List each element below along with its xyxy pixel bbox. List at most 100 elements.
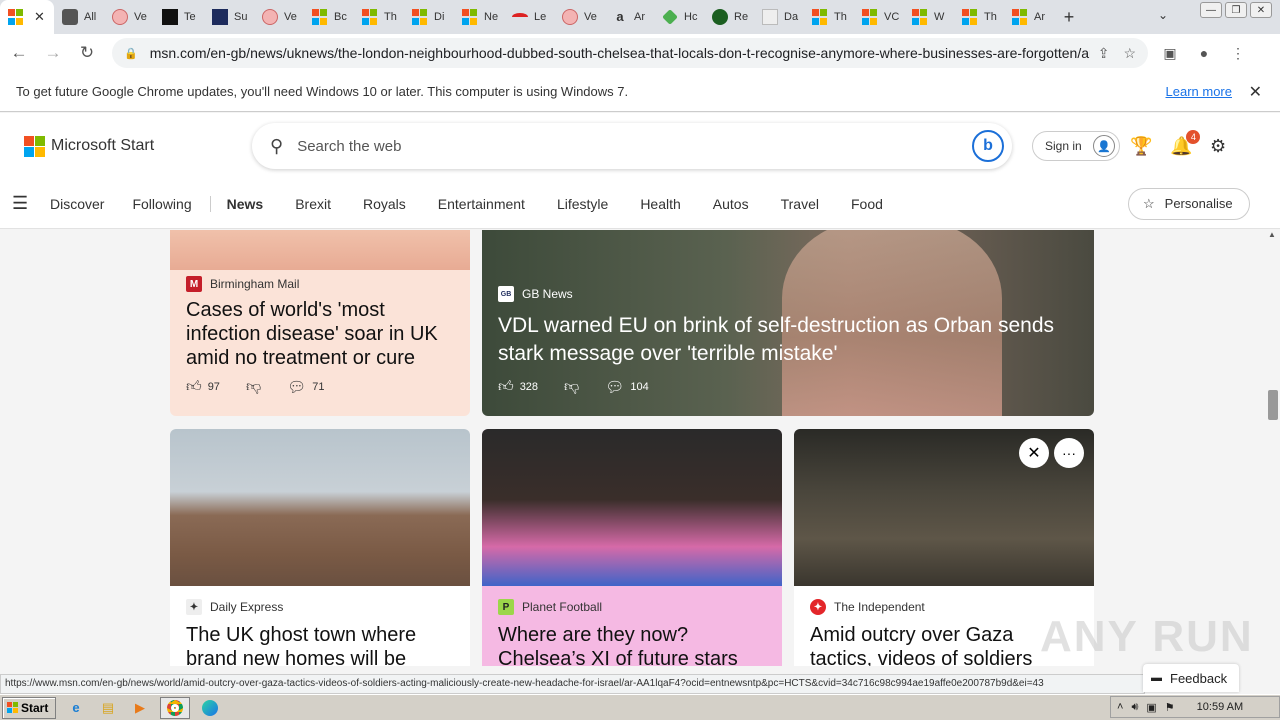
nav-entertainment[interactable]: Entertainment (438, 196, 525, 212)
media-player-icon[interactable]: ▶ (128, 697, 152, 719)
tab[interactable]: VC (854, 0, 904, 34)
thumbs-up-icon[interactable]: 👍︎ (186, 378, 202, 396)
tab[interactable]: W (904, 0, 954, 34)
back-icon[interactable]: ← (4, 38, 34, 68)
scroll-thumb[interactable] (1268, 390, 1278, 420)
nav-health[interactable]: Health (640, 196, 680, 212)
nav-discover[interactable]: Discover (50, 196, 104, 212)
menu-icon[interactable]: ⋮ (1226, 45, 1250, 62)
microsoft-icon (312, 9, 328, 25)
tab[interactable]: Di (404, 0, 454, 34)
tab[interactable]: Ve (104, 0, 154, 34)
edge-icon[interactable] (198, 697, 222, 719)
card-image (170, 429, 470, 586)
network-icon[interactable]: ▣ (1146, 701, 1156, 714)
learn-more-link[interactable]: Learn more (1166, 84, 1232, 99)
thumbs-down-icon[interactable]: 👎︎ (246, 378, 261, 396)
new-tab-button[interactable]: + (1054, 7, 1084, 28)
anyrun-watermark: ANY RUN (1040, 612, 1254, 661)
side-panel-icon[interactable]: ▣ (1158, 45, 1182, 62)
tab[interactable]: Ve (254, 0, 304, 34)
reload-icon[interactable]: ↻ (72, 38, 102, 68)
news-card[interactable]: ✦ Daily Express The UK ghost town where … (170, 429, 470, 666)
share-icon[interactable]: ⇪ (1098, 45, 1110, 62)
nav-food[interactable]: Food (851, 196, 883, 212)
address-bar[interactable]: 🔒 msn.com/en-gb/news/uknews/the-london-n… (112, 38, 1148, 68)
volume-icon[interactable]: 🔊︎ (1131, 701, 1138, 714)
tab[interactable]: Te (154, 0, 204, 34)
forward-icon[interactable]: → (38, 38, 68, 68)
news-card[interactable]: P Planet Football Where are they now? Ch… (482, 429, 782, 666)
news-card[interactable]: M Birmingham Mail Cases of world's 'most… (170, 230, 470, 416)
tab[interactable]: Bc (304, 0, 354, 34)
tab-active[interactable]: ✕ (0, 0, 54, 34)
more-options-icon[interactable]: ··· (1054, 438, 1084, 468)
bookmark-star-icon[interactable]: ☆ (1123, 45, 1136, 62)
nav-news[interactable]: News (227, 196, 264, 212)
tab[interactable]: Re (704, 0, 754, 34)
tab[interactable]: All (54, 0, 104, 34)
bing-icon[interactable]: b (972, 130, 1004, 162)
source-name: Daily Express (210, 600, 284, 614)
tab-search-icon[interactable]: ⌄ (1158, 8, 1168, 22)
nav-travel[interactable]: Travel (781, 196, 819, 212)
amazon-icon: a (616, 9, 624, 24)
notification-bell-icon[interactable]: 🔔 4 (1170, 129, 1201, 157)
search-input[interactable]: ⚲ Search the web b (252, 123, 1012, 169)
tab[interactable]: Ar (1004, 0, 1054, 34)
tab[interactable]: Hc (654, 0, 704, 34)
chrome-icon[interactable] (160, 696, 190, 719)
minimize-icon[interactable]: — (1200, 2, 1222, 18)
thumbs-up-icon[interactable]: 👍︎ (498, 378, 514, 396)
tray-arrow-icon[interactable]: ˄ (1117, 701, 1123, 713)
tab[interactable]: Th (954, 0, 1004, 34)
tab[interactable]: Ne (454, 0, 504, 34)
card-source: ✦ Daily Express (186, 599, 283, 615)
internet-explorer-icon[interactable]: e (64, 697, 88, 719)
scroll-up-icon[interactable]: ▲ (1268, 230, 1276, 239)
tab[interactable]: a Ar (604, 0, 654, 34)
card-source: P Planet Football (498, 599, 602, 615)
system-tray: ˄ 🔊︎ ▣ ⚑ 10:59 AM (1110, 696, 1280, 718)
tab[interactable]: Da (754, 0, 804, 34)
tab[interactable]: Ve (554, 0, 604, 34)
personalise-button[interactable]: ☆ Personalise (1128, 187, 1250, 220)
windows-flag-icon (7, 702, 18, 713)
microsoft-icon (1012, 9, 1028, 25)
file-explorer-icon[interactable]: ▤ (96, 697, 120, 719)
card-stats: 👍︎ 97 👎︎ 💬︎ 71 (186, 378, 324, 396)
nav-lifestyle[interactable]: Lifestyle (557, 196, 608, 212)
hamburger-menu-icon[interactable]: ☰ (12, 193, 36, 214)
nav-autos[interactable]: Autos (713, 196, 749, 212)
card-headline: The UK ghost town where brand new homes … (186, 624, 417, 666)
rewards-trophy-icon[interactable]: 🏆 (1130, 136, 1152, 157)
sign-in-button[interactable]: Sign in 👤 (1032, 131, 1120, 161)
dismiss-card-icon[interactable]: ✕ (1019, 438, 1049, 468)
pen-icon (62, 9, 78, 25)
nav-following[interactable]: Following (132, 196, 191, 212)
clock[interactable]: 10:59 AM (1197, 701, 1243, 713)
msn-header: Microsoft Start ⚲ Search the web b Sign … (0, 113, 1280, 179)
restore-icon[interactable]: ❐ (1225, 2, 1247, 18)
action-center-flag-icon[interactable]: ⚑ (1165, 701, 1175, 714)
comment-icon[interactable]: 💬︎ (605, 378, 624, 396)
news-card-hero[interactable]: GB GB News VDL warned EU on brink of sel… (482, 230, 1094, 416)
nav-brexit[interactable]: Brexit (295, 196, 331, 212)
tab[interactable]: Su (204, 0, 254, 34)
settings-gear-icon[interactable]: ⚙ (1210, 136, 1226, 157)
feedback-button[interactable]: ▬ Feedback (1143, 664, 1239, 692)
tab[interactable]: Le (504, 0, 554, 34)
close-icon[interactable]: ✕ (1249, 82, 1262, 102)
nav-royals[interactable]: Royals (363, 196, 406, 212)
tab-close-icon[interactable]: ✕ (34, 9, 45, 25)
profile-icon[interactable]: ● (1192, 45, 1216, 62)
close-window-icon[interactable]: ✕ (1250, 2, 1272, 18)
brand-logo[interactable]: Microsoft Start (24, 135, 154, 157)
tab[interactable]: Th (804, 0, 854, 34)
thumbs-down-icon[interactable]: 👎︎ (564, 378, 579, 396)
start-button[interactable]: Start (2, 696, 56, 719)
page-scrollbar[interactable]: ▲ (1264, 230, 1280, 666)
tab[interactable]: Th (354, 0, 404, 34)
card-headline: Cases of world's 'most infection disease… (186, 299, 438, 369)
comment-icon[interactable]: 💬︎ (287, 378, 306, 396)
